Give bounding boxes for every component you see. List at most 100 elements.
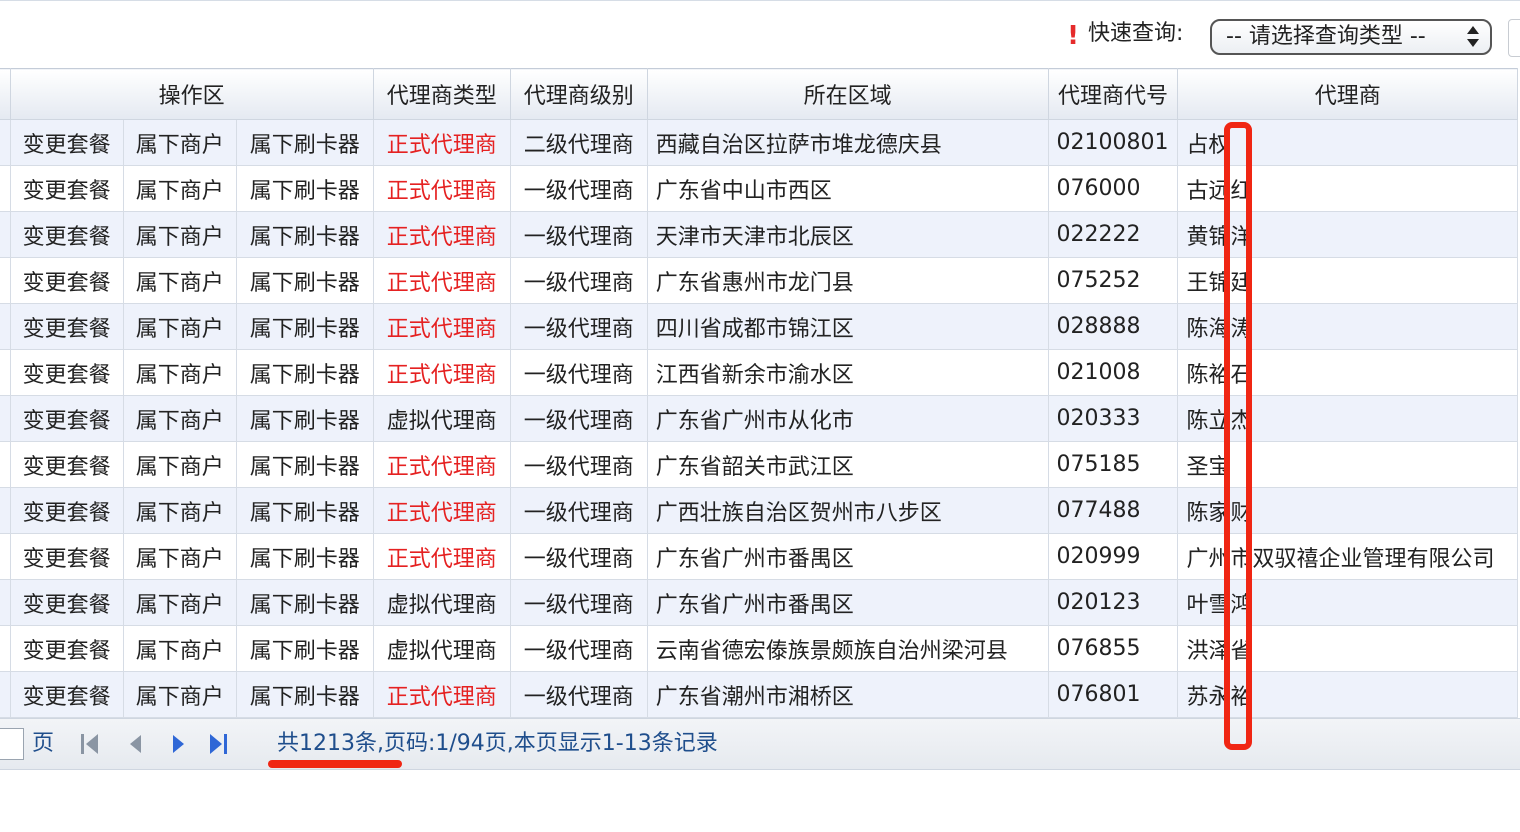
change-plan-link[interactable]: 变更套餐: [9, 533, 124, 580]
region-cell: 广东省广州市番禺区: [646, 579, 1049, 626]
change-plan-link[interactable]: 变更套餐: [9, 349, 124, 396]
row-checkbox-cell[interactable]: [0, 395, 11, 442]
card-readers-link[interactable]: 属下刷卡器: [235, 165, 374, 212]
card-readers-link[interactable]: 属下刷卡器: [235, 349, 374, 396]
change-plan-link[interactable]: 变更套餐: [9, 257, 124, 304]
change-plan-link[interactable]: 变更套餐: [9, 441, 124, 488]
prev-page-icon[interactable]: [124, 731, 148, 757]
row-checkbox-cell[interactable]: [0, 211, 11, 258]
table-row[interactable]: 变更套餐 属下商户 属下刷卡器 正式代理商 一级代理商 天津市天津市北辰区 022222 黄锦…: [0, 211, 1518, 258]
agent-type-cell: 正式代理商: [372, 119, 511, 166]
header-agent-type[interactable]: 代理商类型: [372, 68, 511, 120]
query-type-select[interactable]: -- 请选择查询类型 --: [1210, 19, 1492, 55]
table-row[interactable]: 变更套餐 属下商户 属下刷卡器 正式代理商 一级代理商 广东省中山市西区 076000 古远红: [0, 165, 1518, 212]
card-readers-link[interactable]: 属下刷卡器: [235, 119, 374, 166]
table-row[interactable]: 变更套餐 属下商户 属下刷卡器 正式代理商 一级代理商 广东省潮州市湘桥区 076801 苏永…: [0, 671, 1518, 718]
table-row[interactable]: 变更套餐 属下商户 属下刷卡器 正式代理商 二级代理商 西藏自治区拉萨市堆龙德庆县 0210…: [0, 119, 1518, 166]
merchants-link[interactable]: 属下商户: [122, 211, 237, 258]
region-cell: 云南省德宏傣族景颇族自治州梁河县: [646, 625, 1049, 672]
table-row[interactable]: 变更套餐 属下商户 属下刷卡器 正式代理商 一级代理商 江西省新余市渝水区 021008 陈裕…: [0, 349, 1518, 396]
row-checkbox-cell[interactable]: [0, 625, 11, 672]
agent-code-cell: 077488: [1047, 487, 1179, 534]
agent-type-cell: 正式代理商: [372, 671, 511, 718]
change-plan-link[interactable]: 变更套餐: [9, 395, 124, 442]
table-row[interactable]: 变更套餐 属下商户 属下刷卡器 虚拟代理商 一级代理商 广东省广州市番禺区 020123 叶雪…: [0, 579, 1518, 626]
merchants-link[interactable]: 属下商户: [122, 349, 237, 396]
region-cell: 广东省潮州市湘桥区: [646, 671, 1049, 718]
change-plan-link[interactable]: 变更套餐: [9, 119, 124, 166]
change-plan-link[interactable]: 变更套餐: [9, 303, 124, 350]
row-checkbox-cell[interactable]: [0, 533, 11, 580]
region-cell: 广东省广州市从化市: [646, 395, 1049, 442]
header-agent-level[interactable]: 代理商级别: [509, 68, 648, 120]
merchants-link[interactable]: 属下商户: [122, 119, 237, 166]
agent-code-cell: 021008: [1047, 349, 1179, 396]
header-agent-code[interactable]: 代理商代号: [1047, 68, 1179, 120]
table-row[interactable]: 变更套餐 属下商户 属下刷卡器 正式代理商 一级代理商 广东省惠州市龙门县 075252 王锦…: [0, 257, 1518, 304]
table-row[interactable]: 变更套餐 属下商户 属下刷卡器 正式代理商 一级代理商 四川省成都市锦江区 028888 陈海…: [0, 303, 1518, 350]
merchants-link[interactable]: 属下商户: [122, 395, 237, 442]
query-input[interactable]: [1508, 19, 1520, 57]
row-checkbox-cell[interactable]: [0, 441, 11, 488]
change-plan-link[interactable]: 变更套餐: [9, 165, 124, 212]
row-checkbox-cell[interactable]: [0, 165, 11, 212]
change-plan-link[interactable]: 变更套餐: [9, 671, 124, 718]
merchants-link[interactable]: 属下商户: [122, 257, 237, 304]
agent-code-cell: 020123: [1047, 579, 1179, 626]
next-page-icon[interactable]: [166, 731, 190, 757]
agent-type-cell: 正式代理商: [372, 211, 511, 258]
merchants-link[interactable]: 属下商户: [122, 441, 237, 488]
region-cell: 四川省成都市锦江区: [646, 303, 1049, 350]
table-row[interactable]: 变更套餐 属下商户 属下刷卡器 正式代理商 一级代理商 广西壮族自治区贺州市八步区 0774…: [0, 487, 1518, 534]
table-row[interactable]: 变更套餐 属下商户 属下刷卡器 正式代理商 一级代理商 广东省广州市番禺区 020999 广州…: [0, 533, 1518, 580]
agent-code-cell: 076000: [1047, 165, 1179, 212]
annotation-underline: [268, 760, 402, 768]
change-plan-link[interactable]: 变更套餐: [9, 625, 124, 672]
card-readers-link[interactable]: 属下刷卡器: [235, 487, 374, 534]
page-number-input[interactable]: [0, 728, 24, 760]
agent-level-cell: 一级代理商: [509, 671, 648, 718]
card-readers-link[interactable]: 属下刷卡器: [235, 303, 374, 350]
row-checkbox-cell[interactable]: [0, 579, 11, 626]
row-checkbox-cell[interactable]: [0, 671, 11, 718]
agent-type-cell: 虚拟代理商: [372, 625, 511, 672]
change-plan-link[interactable]: 变更套餐: [9, 487, 124, 534]
merchants-link[interactable]: 属下商户: [122, 671, 237, 718]
agent-code-cell: 020999: [1047, 533, 1179, 580]
card-readers-link[interactable]: 属下刷卡器: [235, 257, 374, 304]
header-agent-name[interactable]: 代理商: [1177, 68, 1518, 120]
row-checkbox-cell[interactable]: [0, 349, 11, 396]
agent-level-cell: 二级代理商: [509, 119, 648, 166]
row-checkbox-cell[interactable]: [0, 487, 11, 534]
agent-code-cell: 075185: [1047, 441, 1179, 488]
change-plan-link[interactable]: 变更套餐: [9, 579, 124, 626]
region-cell: 广东省广州市番禺区: [646, 533, 1049, 580]
card-readers-link[interactable]: 属下刷卡器: [235, 211, 374, 258]
merchants-link[interactable]: 属下商户: [122, 487, 237, 534]
header-region[interactable]: 所在区域: [646, 68, 1049, 120]
table-row[interactable]: 变更套餐 属下商户 属下刷卡器 正式代理商 一级代理商 广东省韶关市武江区 075185 圣宝: [0, 441, 1518, 488]
card-readers-link[interactable]: 属下刷卡器: [235, 533, 374, 580]
row-checkbox-cell[interactable]: [0, 119, 11, 166]
row-checkbox-cell[interactable]: [0, 257, 11, 304]
agent-code-cell: 076855: [1047, 625, 1179, 672]
card-readers-link[interactable]: 属下刷卡器: [235, 671, 374, 718]
last-page-icon[interactable]: [206, 731, 230, 757]
first-page-icon[interactable]: [78, 731, 102, 757]
region-cell: 天津市天津市北辰区: [646, 211, 1049, 258]
merchants-link[interactable]: 属下商户: [122, 303, 237, 350]
change-plan-link[interactable]: 变更套餐: [9, 211, 124, 258]
table-row[interactable]: 变更套餐 属下商户 属下刷卡器 虚拟代理商 一级代理商 广东省广州市从化市 020333 陈立…: [0, 395, 1518, 442]
merchants-link[interactable]: 属下商户: [122, 165, 237, 212]
card-readers-link[interactable]: 属下刷卡器: [235, 579, 374, 626]
table-row[interactable]: 变更套餐 属下商户 属下刷卡器 虚拟代理商 一级代理商 云南省德宏傣族景颇族自治州梁河县 0…: [0, 625, 1518, 672]
card-readers-link[interactable]: 属下刷卡器: [235, 625, 374, 672]
agent-level-cell: 一级代理商: [509, 579, 648, 626]
merchants-link[interactable]: 属下商户: [122, 625, 237, 672]
agent-level-cell: 一级代理商: [509, 441, 648, 488]
merchants-link[interactable]: 属下商户: [122, 579, 237, 626]
row-checkbox-cell[interactable]: [0, 303, 11, 350]
card-readers-link[interactable]: 属下刷卡器: [235, 395, 374, 442]
card-readers-link[interactable]: 属下刷卡器: [235, 441, 374, 488]
merchants-link[interactable]: 属下商户: [122, 533, 237, 580]
